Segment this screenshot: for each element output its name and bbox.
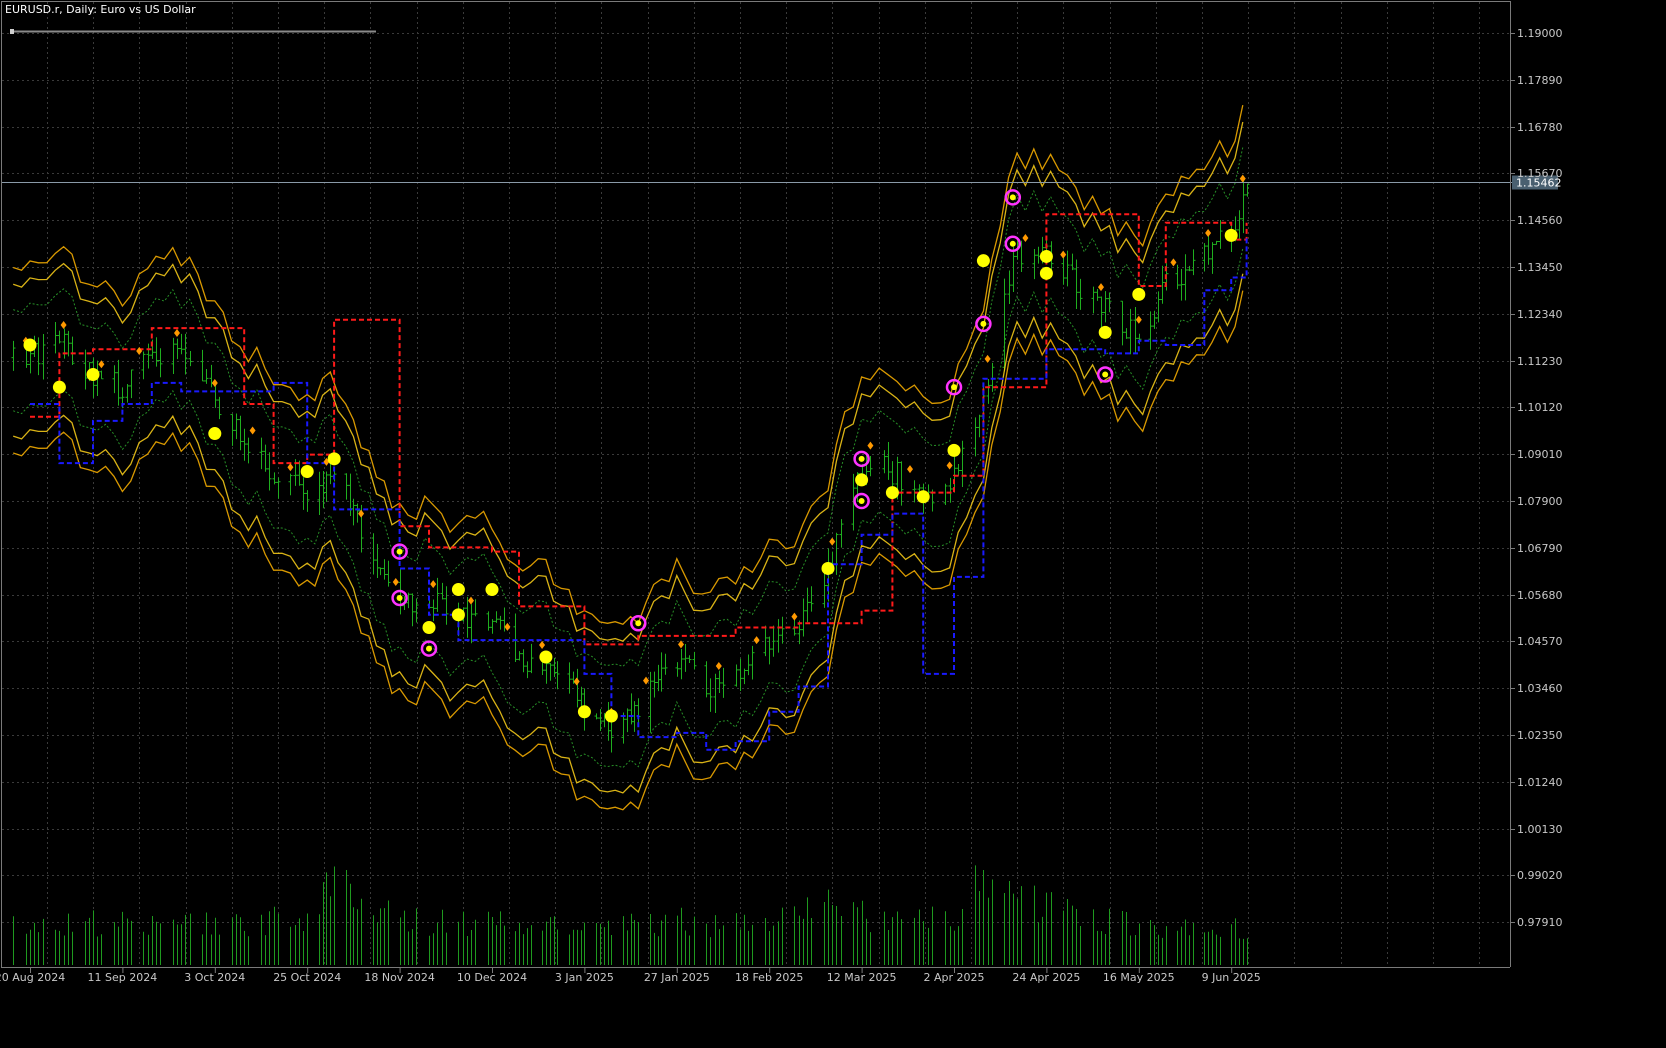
y-tick-label: 1.00130 [1517,823,1563,836]
x-tick-label: 18 Feb 2025 [735,971,803,984]
signal-ring-dot [858,455,865,462]
signal-dot [300,464,314,478]
price-chart[interactable]: 1.15462 1.190001.178901.167801.156701.14… [0,0,1666,1048]
y-tick-label: 1.03460 [1517,682,1563,695]
x-tick-label: 27 Jan 2025 [644,971,710,984]
signal-ring-dot [426,645,432,652]
x-tick-label: 9 Jun 2025 [1202,971,1261,984]
signal-ring-dot [396,548,403,555]
x-tick-label: 3 Oct 2024 [184,971,245,984]
x-tick-label: 20 Aug 2024 [0,971,65,984]
x-tick-label: 18 Nov 2024 [364,971,434,984]
x-tick-label: 25 Oct 2024 [273,971,341,984]
y-tick-label: 1.07900 [1517,495,1563,508]
signal-dot [1224,228,1238,242]
slider-handle[interactable] [10,29,14,34]
signal-ring-dot [1102,371,1109,378]
signal-dot [1098,325,1112,339]
y-tick-label: 1.13450 [1517,261,1563,274]
signal-dot [485,583,499,597]
signal-dot [976,254,990,268]
signal-ring-dot [396,594,403,601]
signal-dot [52,380,66,394]
x-tick-label: 2 Apr 2025 [923,971,984,984]
y-tick-label: 1.19000 [1517,27,1563,40]
chart-title: EURUSD.r, Daily: Euro vs US Dollar [5,3,196,16]
signal-dot [1039,266,1053,280]
x-tick-label: 12 Mar 2025 [827,971,897,984]
y-tick-label: 1.06790 [1517,542,1563,555]
signal-ring-dot [1009,194,1016,201]
x-tick-label: 11 Sep 2024 [88,971,158,984]
y-tick-label: 1.04570 [1517,635,1563,648]
signal-dot [86,368,100,382]
signal-dot [327,452,341,466]
signal-dot [1132,287,1146,301]
y-tick-label: 1.14560 [1517,214,1563,227]
signal-dot [916,490,930,504]
y-tick-label: 1.16780 [1517,121,1563,134]
signal-dot [855,473,869,487]
signal-dot [539,650,553,664]
y-tick-label: 1.05680 [1517,589,1563,602]
signal-ring-dot [635,620,642,627]
signal-dot [23,338,37,352]
x-tick-label: 10 Dec 2024 [457,971,527,984]
x-tick-label: 24 Apr 2025 [1012,971,1080,984]
signal-dot [947,443,961,457]
y-tick-label: 1.01240 [1517,776,1563,789]
y-tick-label: 1.02350 [1517,729,1563,742]
signal-dot [885,486,899,500]
signal-dot [1039,249,1053,263]
signal-ring-dot [858,498,865,504]
signal-dot [577,705,591,719]
signal-dot [604,709,618,723]
y-tick-label: 1.11230 [1517,355,1563,368]
x-tick-label: 3 Jan 2025 [555,971,614,984]
y-tick-label: 1.15670 [1517,167,1563,180]
signal-dot [451,608,465,622]
y-tick-label: 0.99020 [1517,869,1563,882]
signal-dot [451,583,465,597]
signal-dot [821,561,835,575]
signal-dot [208,427,222,441]
y-tick-label: 1.12340 [1517,308,1563,321]
signal-dot [422,620,436,634]
x-tick-label: 16 May 2025 [1103,971,1175,984]
signal-ring-dot [1009,240,1016,247]
y-tick-label: 1.17890 [1517,74,1563,87]
y-tick-label: 1.09010 [1517,448,1563,461]
signal-ring-dot [980,320,987,327]
y-tick-label: 1.10120 [1517,401,1563,414]
y-tick-label: 0.97910 [1517,916,1563,929]
signal-ring-dot [951,384,957,391]
